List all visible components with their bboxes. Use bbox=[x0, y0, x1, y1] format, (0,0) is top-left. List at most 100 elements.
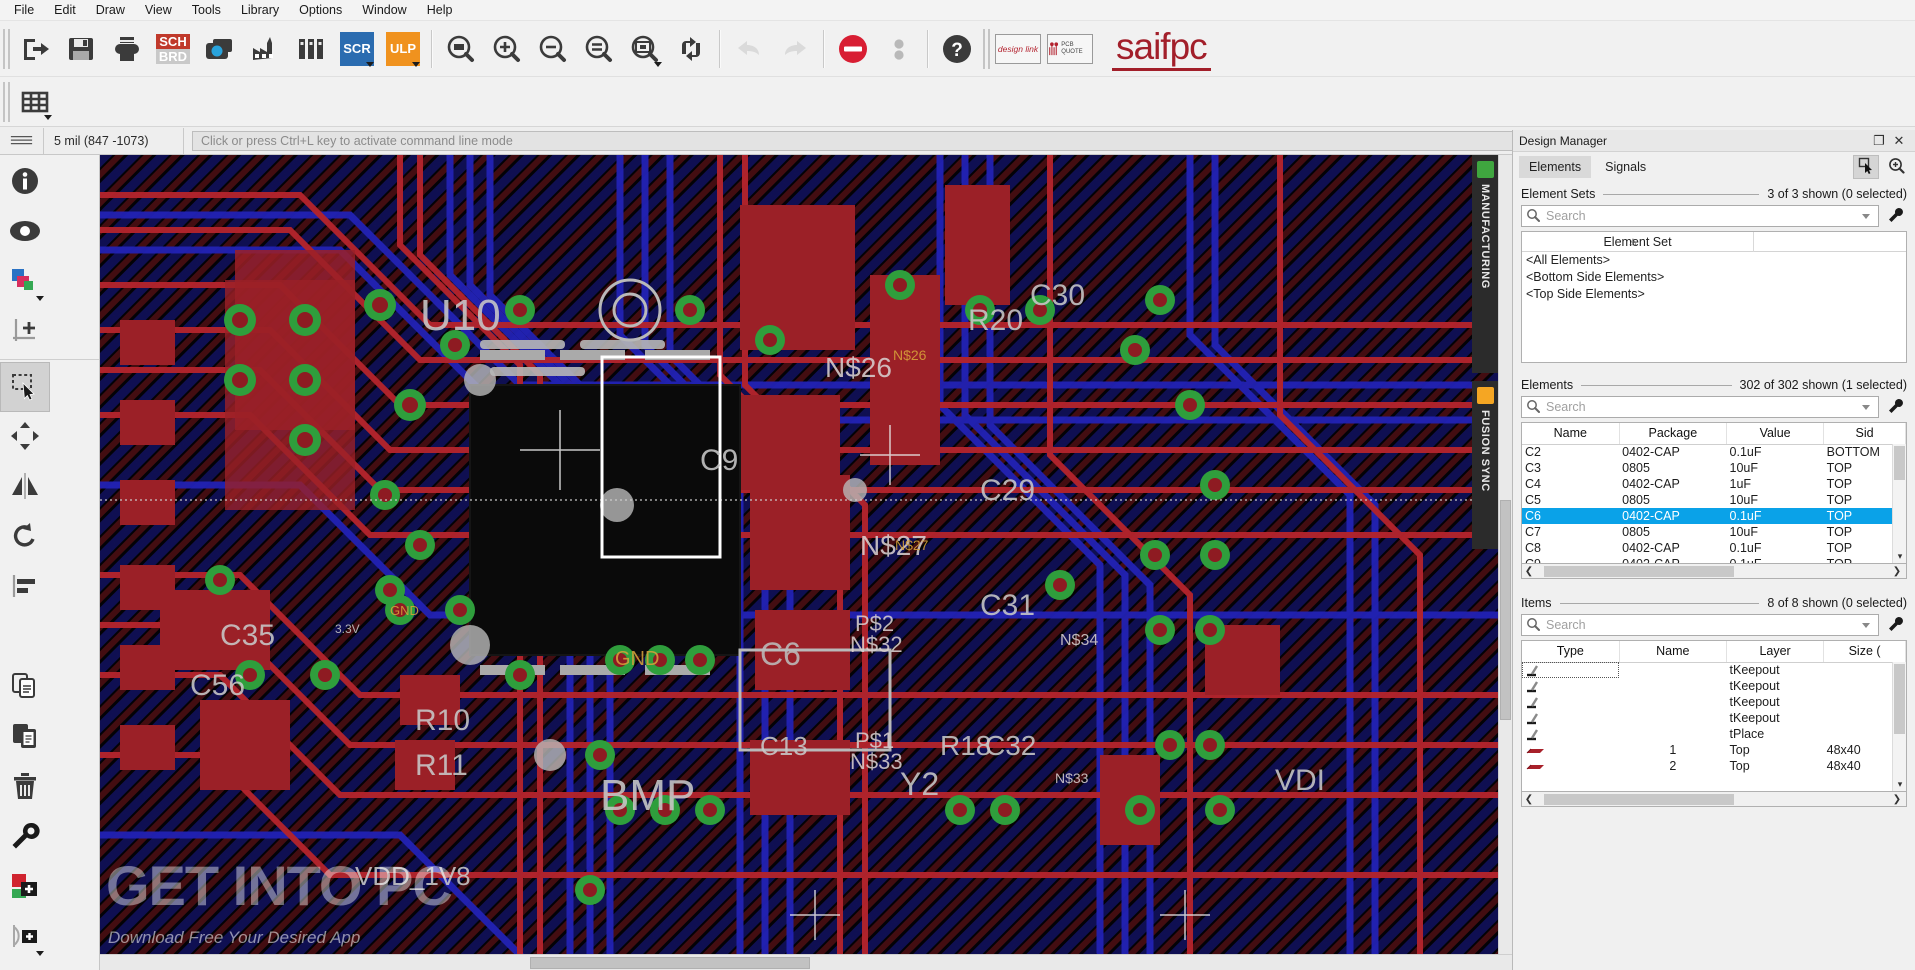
table-row[interactable]: tPlace bbox=[1522, 726, 1906, 742]
element-set-row[interactable]: <Bottom Side Elements> bbox=[1522, 269, 1906, 286]
menu-item-help[interactable]: Help bbox=[417, 0, 463, 20]
print-button[interactable] bbox=[104, 25, 150, 73]
toolbar-grip-2[interactable] bbox=[983, 28, 990, 69]
zoom-fit-button[interactable] bbox=[438, 25, 484, 73]
open-project-button[interactable] bbox=[12, 25, 58, 73]
menu-item-file[interactable]: File bbox=[4, 0, 44, 20]
table-row[interactable]: C3 0805 10uF TOP bbox=[1522, 460, 1906, 476]
table-row[interactable]: tKeepout bbox=[1522, 662, 1906, 678]
menu-item-library[interactable]: Library bbox=[231, 0, 289, 20]
menu-item-draw[interactable]: Draw bbox=[86, 0, 135, 20]
fusion-sync-tab[interactable]: FUSION SYNC bbox=[1472, 381, 1498, 549]
items-search-input[interactable] bbox=[1540, 617, 1862, 633]
menu-item-view[interactable]: View bbox=[135, 0, 182, 20]
manufacturing-tab[interactable]: MANUFACTURING bbox=[1472, 155, 1498, 373]
table-row[interactable]: C8 0402-CAP 0.1uF TOP bbox=[1522, 540, 1906, 556]
table-row[interactable]: C7 0805 10uF TOP bbox=[1522, 524, 1906, 540]
save-button[interactable] bbox=[58, 25, 104, 73]
chevron-down-icon[interactable] bbox=[1862, 404, 1870, 410]
redo-button[interactable] bbox=[772, 25, 818, 73]
add-pad-tool[interactable] bbox=[0, 912, 50, 962]
zoom-redraw-button[interactable] bbox=[576, 25, 622, 73]
move-tool[interactable] bbox=[0, 412, 50, 462]
stop-button[interactable] bbox=[830, 25, 876, 73]
grid-button[interactable] bbox=[12, 78, 58, 126]
menu-item-edit[interactable]: Edit bbox=[44, 0, 86, 20]
copy-tool[interactable] bbox=[0, 662, 50, 712]
elements-table[interactable]: Name Package Value Sid C2 0402-CAP 0.1uF BO… bbox=[1521, 422, 1907, 564]
zoom-out-button[interactable] bbox=[530, 25, 576, 73]
items-vscroll-thumb[interactable] bbox=[1894, 664, 1905, 734]
items-table[interactable]: Type Name Layer Size ( tKeepout tKeepout t… bbox=[1521, 640, 1907, 792]
close-x-icon[interactable]: ✕ bbox=[1889, 133, 1909, 149]
elements-search-box[interactable] bbox=[1521, 396, 1879, 418]
column-header-package[interactable]: Package bbox=[1619, 423, 1728, 445]
table-row[interactable]: C6 0402-CAP 0.1uF TOP bbox=[1522, 508, 1906, 524]
column-header-name[interactable]: Name bbox=[1619, 641, 1728, 663]
mark-tool[interactable] bbox=[0, 307, 50, 357]
zoom-to-selection-button[interactable] bbox=[1883, 155, 1909, 179]
table-row[interactable]: tKeepout bbox=[1522, 678, 1906, 694]
element-set-row[interactable]: <All Elements> bbox=[1522, 252, 1906, 269]
rotate-tool[interactable] bbox=[0, 512, 50, 562]
zoom-in-button[interactable] bbox=[484, 25, 530, 73]
elements-vscroll-thumb[interactable] bbox=[1894, 446, 1905, 480]
canvas-vscroll-thumb[interactable] bbox=[1500, 500, 1511, 720]
info-tool[interactable] bbox=[0, 157, 50, 207]
chevron-down-icon[interactable] bbox=[1862, 622, 1870, 628]
tab-elements[interactable]: Elements bbox=[1519, 156, 1592, 178]
redraw-button[interactable] bbox=[668, 25, 714, 73]
tab-signals[interactable]: Signals bbox=[1595, 156, 1656, 178]
items-hscroll-thumb[interactable] bbox=[1544, 794, 1734, 805]
menu-item-options[interactable]: Options bbox=[289, 0, 352, 20]
pcb-canvas[interactable]: U10 C9 C35 C56 R10 R11 BMP C6 C13 N$27 P$2 N$32 P$1 N… bbox=[100, 155, 1512, 970]
column-header-value[interactable]: Value bbox=[1726, 423, 1825, 445]
pcb-board-artwork[interactable]: U10C9C35C56R10R11BMPC6C13N$27P$2N$32P$1N… bbox=[100, 155, 1512, 955]
more-options-button[interactable] bbox=[876, 25, 922, 73]
canvas-horizontal-scrollbar[interactable] bbox=[100, 954, 1512, 970]
table-row[interactable]: C5 0805 10uF TOP bbox=[1522, 492, 1906, 508]
items-horizontal-scrollbar[interactable]: ❮ ❯ bbox=[1521, 792, 1907, 807]
scroll-left-icon[interactable]: ❮ bbox=[1522, 794, 1536, 805]
items-vertical-scrollbar[interactable]: ▾ bbox=[1892, 662, 1906, 791]
layer-settings-button[interactable] bbox=[288, 25, 334, 73]
column-header-type[interactable]: Type bbox=[1522, 641, 1620, 663]
element-sets-search-input[interactable] bbox=[1540, 208, 1862, 224]
image-export-button[interactable] bbox=[196, 25, 242, 73]
column-header-size[interactable]: Size ( bbox=[1823, 641, 1906, 663]
table-row[interactable]: C9 0402-CAP 0.1uF TOP bbox=[1522, 556, 1906, 563]
column-header-layer[interactable]: Layer bbox=[1726, 641, 1825, 663]
elements-vertical-scrollbar[interactable]: ▾ bbox=[1892, 444, 1906, 563]
add-part-tool[interactable] bbox=[0, 862, 50, 912]
table-row[interactable]: tKeepout bbox=[1522, 710, 1906, 726]
design-link-button[interactable]: design link bbox=[995, 33, 1041, 64]
group-tool[interactable] bbox=[0, 362, 50, 412]
table-row[interactable]: C2 0402-CAP 0.1uF BOTTOM bbox=[1522, 444, 1906, 460]
select-mode-button[interactable] bbox=[1853, 155, 1879, 179]
align-tool[interactable] bbox=[0, 562, 50, 612]
items-settings-button[interactable] bbox=[1885, 616, 1907, 635]
elements-settings-button[interactable] bbox=[1885, 398, 1907, 417]
canvas-vertical-scrollbar[interactable] bbox=[1498, 155, 1512, 955]
change-tool[interactable] bbox=[0, 812, 50, 862]
table-row[interactable]: 1 Top 48x40 bbox=[1522, 742, 1906, 758]
items-search-box[interactable] bbox=[1521, 614, 1879, 636]
undo-button[interactable] bbox=[726, 25, 772, 73]
elements-search-input[interactable] bbox=[1540, 399, 1862, 415]
measure-tool[interactable] bbox=[0, 962, 50, 970]
delete-tool[interactable] bbox=[0, 762, 50, 812]
zoom-select-button[interactable] bbox=[622, 25, 668, 73]
restore-window-icon[interactable]: ❐ bbox=[1869, 133, 1889, 149]
toolbar-grip[interactable] bbox=[3, 28, 10, 69]
column-header-element-set[interactable]: △ Element Set bbox=[1522, 232, 1754, 252]
scroll-down-icon[interactable]: ▾ bbox=[1893, 777, 1906, 791]
menu-item-tools[interactable]: Tools bbox=[182, 0, 231, 20]
scroll-left-icon[interactable]: ❮ bbox=[1522, 566, 1536, 577]
cam-processor-button[interactable] bbox=[242, 25, 288, 73]
element-set-row[interactable]: <Top Side Elements> bbox=[1522, 286, 1906, 303]
element-sets-list[interactable]: △ Element Set <All Elements> <Bottom Side… bbox=[1521, 231, 1907, 363]
table-row[interactable]: tKeepout bbox=[1522, 694, 1906, 710]
display-layers-tool[interactable] bbox=[0, 257, 50, 307]
toolbar-grip-3[interactable] bbox=[3, 81, 10, 122]
run-ulp-button[interactable]: ULP bbox=[380, 25, 426, 73]
